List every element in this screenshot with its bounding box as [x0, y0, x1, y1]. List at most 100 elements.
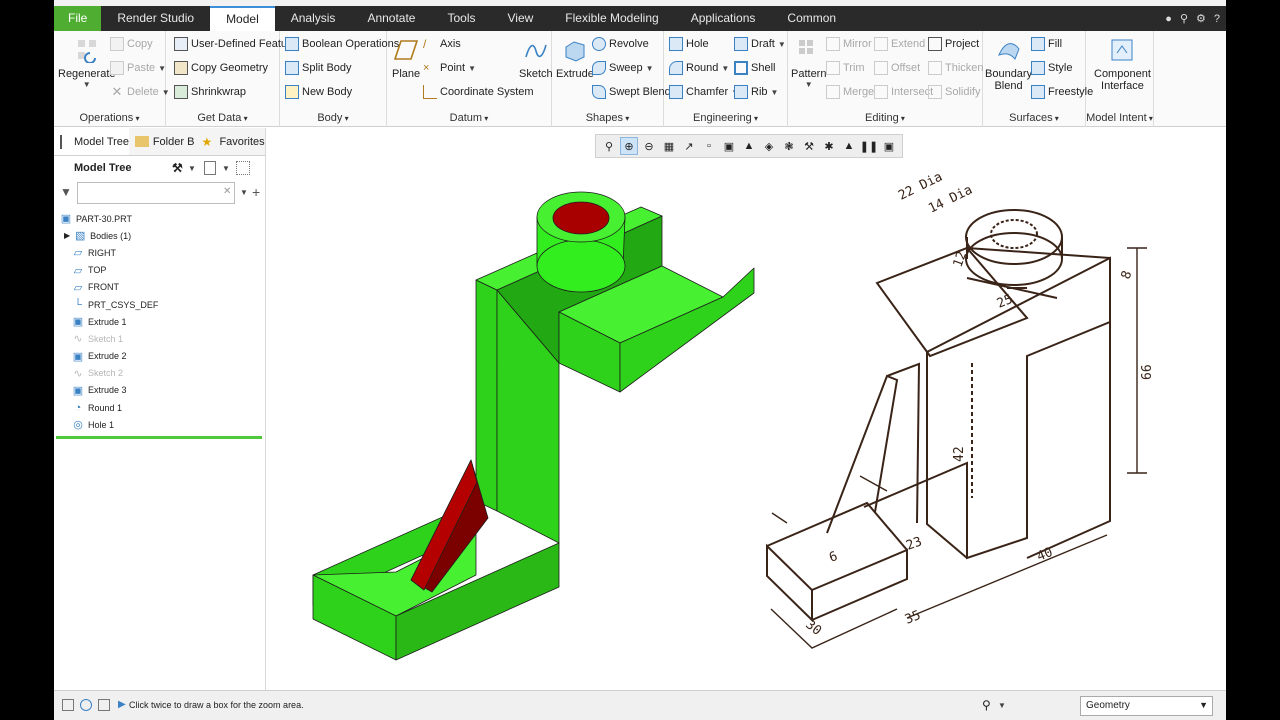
fullscreen-icon[interactable]: [98, 699, 110, 711]
tree-item[interactable]: ▣ PART-30.PRT: [60, 210, 158, 227]
graphics-area[interactable]: ⚲ ⊕ ⊖ ▦ ↗ ▫ ▣ ▲ ◈ ❃ ⚒ ✱ ▲ ❚❚ ▣ 22 Dia 14…: [267, 128, 1226, 690]
offset-button[interactable]: Offset: [874, 61, 920, 75]
tab-render-studio[interactable]: Render Studio: [101, 6, 210, 31]
freestyle-button[interactable]: Freestyle: [1031, 85, 1093, 99]
revolve-button[interactable]: Revolve: [592, 37, 649, 51]
rib-button[interactable]: Rib ▼: [734, 85, 778, 99]
tab-folder-browser[interactable]: Folder Bro: [129, 128, 195, 155]
tab-tools[interactable]: Tools: [431, 6, 491, 31]
round-button[interactable]: Round ▼: [669, 61, 729, 75]
delete-button[interactable]: ✕ Delete ▼: [110, 85, 170, 99]
group-label-shapes[interactable]: Shapes: [552, 112, 663, 124]
expand-icon[interactable]: ▶: [64, 231, 70, 240]
clear-icon[interactable]: ✕: [223, 186, 231, 197]
tree-toggle-icon[interactable]: [62, 699, 74, 711]
sketch-button[interactable]: Sketch: [519, 37, 553, 80]
tree-item[interactable]: ▱ RIGHT: [60, 244, 158, 261]
tab-common[interactable]: Common: [771, 6, 852, 31]
tree-item[interactable]: ∿ Sketch 1: [60, 330, 158, 347]
tree-item[interactable]: ▣ Extrude 1: [60, 313, 158, 330]
tab-applications[interactable]: Applications: [675, 6, 772, 31]
boolean-operations-button[interactable]: Boolean Operations: [285, 37, 399, 51]
tab-model-tree[interactable]: Model Tree: [54, 128, 129, 155]
tab-view[interactable]: View: [492, 6, 550, 31]
trim-button[interactable]: Trim: [826, 61, 865, 75]
udf-button[interactable]: User-Defined Feature: [174, 37, 297, 51]
tab-favorites[interactable]: ★ Favorites: [195, 128, 265, 155]
paste-button[interactable]: Paste ▼: [110, 61, 166, 75]
split-body-button[interactable]: Split Body: [285, 61, 352, 75]
tree-item[interactable]: ▱ TOP: [60, 262, 158, 279]
settings-icon[interactable]: ⚙: [1196, 12, 1206, 25]
help-icon[interactable]: ?: [1214, 13, 1220, 25]
group-label-editing[interactable]: Editing: [788, 112, 982, 124]
dim-42: 42: [952, 446, 967, 462]
pattern-button[interactable]: Pattern ▼: [791, 37, 826, 89]
selection-filter[interactable]: Geometry ▼: [1080, 696, 1213, 716]
tab-model[interactable]: Model: [210, 6, 275, 31]
tab-annotate[interactable]: Annotate: [351, 6, 431, 31]
merge-button[interactable]: Merge: [826, 85, 874, 99]
group-label-datum[interactable]: Datum: [387, 112, 551, 124]
tree-item[interactable]: └ PRT_CSYS_DEF: [60, 296, 158, 313]
group-label-get-data[interactable]: Get Data: [166, 112, 279, 124]
group-label-surfaces[interactable]: Surfaces: [983, 112, 1085, 124]
find-icon[interactable]: ⚲: [982, 698, 991, 712]
draft-button[interactable]: Draft ▼: [734, 37, 786, 51]
tree-item[interactable]: ▣ Extrude 3: [60, 382, 158, 399]
group-label-engineering[interactable]: Engineering: [664, 112, 787, 124]
tree-settings-icon[interactable]: ⚒: [172, 161, 183, 175]
browser-toggle-icon[interactable]: [80, 699, 92, 711]
column-icon[interactable]: [236, 161, 250, 175]
copy-button[interactable]: Copy: [110, 37, 153, 51]
plane-button[interactable]: Plane: [392, 37, 420, 80]
search-icon[interactable]: ⚲: [1180, 12, 1188, 25]
tab-model-tree-label: Model Tree: [74, 135, 129, 148]
show-icon[interactable]: [204, 161, 216, 175]
tree-item[interactable]: ▶ ▧ Bodies (1): [60, 227, 158, 244]
shrinkwrap-button[interactable]: Shrinkwrap: [174, 85, 246, 99]
project-button[interactable]: Project: [928, 37, 979, 51]
message-icon: ▶: [118, 699, 126, 710]
tree-item[interactable]: ◔ Round 1: [60, 399, 158, 416]
tree-item[interactable]: ◎ Hole 1: [60, 416, 158, 433]
filter-dropdown[interactable]: ▼: [240, 188, 248, 197]
solidify-button[interactable]: Solidify: [928, 85, 980, 99]
extend-button[interactable]: Extend: [874, 37, 925, 51]
sweep-button[interactable]: Sweep ▼: [592, 61, 654, 75]
tab-analysis[interactable]: Analysis: [275, 6, 352, 31]
new-body-button[interactable]: New Body: [285, 85, 352, 99]
fill-button[interactable]: Fill: [1031, 37, 1062, 51]
chamfer-button[interactable]: Chamfer▼: [669, 85, 739, 99]
find-dropdown[interactable]: ▼: [998, 701, 1006, 710]
filter-icon[interactable]: ▼: [60, 185, 72, 199]
extrude-button[interactable]: Extrude: [556, 37, 594, 80]
tab-flexible-modeling[interactable]: Flexible Modeling: [549, 6, 674, 31]
add-icon[interactable]: +: [252, 184, 260, 200]
regenerate-button[interactable]: Regenerate ▼: [58, 37, 116, 89]
tab-file[interactable]: File: [54, 6, 102, 31]
tree-search-input[interactable]: [77, 182, 235, 204]
component-interface-button[interactable]: Component Interface: [1094, 37, 1151, 92]
thicken-button[interactable]: Thicken: [928, 61, 984, 75]
boundary-blend-button[interactable]: Boundary Blend: [985, 37, 1032, 92]
group-label-operations[interactable]: Operations: [54, 112, 165, 124]
swept-blend-button[interactable]: Swept Blend: [592, 85, 671, 99]
tree-item[interactable]: ▱ FRONT: [60, 279, 158, 296]
copy-geometry-button[interactable]: Copy Geometry: [174, 61, 268, 75]
mirror-button[interactable]: Mirror: [826, 37, 872, 51]
hole-button[interactable]: Hole: [669, 37, 709, 51]
coordinate-system-button[interactable]: Coordinate System: [423, 85, 534, 99]
shell-button[interactable]: Shell: [734, 61, 775, 75]
axis-label: Axis: [440, 38, 461, 50]
axis-button[interactable]: / Axis: [423, 37, 461, 51]
tree-item[interactable]: ▣ Extrude 2: [60, 348, 158, 365]
pin-icon[interactable]: ●: [1165, 13, 1172, 25]
point-button[interactable]: × Point ▼: [423, 61, 476, 75]
group-label-body[interactable]: Body: [280, 112, 386, 124]
intersect-button[interactable]: Intersect: [874, 85, 933, 99]
tree-item[interactable]: ∿ Sketch 2: [60, 365, 158, 382]
group-label-model-intent[interactable]: Model Intent: [1086, 112, 1153, 124]
copy-geometry-icon: [174, 61, 188, 75]
style-button[interactable]: Style: [1031, 61, 1072, 75]
